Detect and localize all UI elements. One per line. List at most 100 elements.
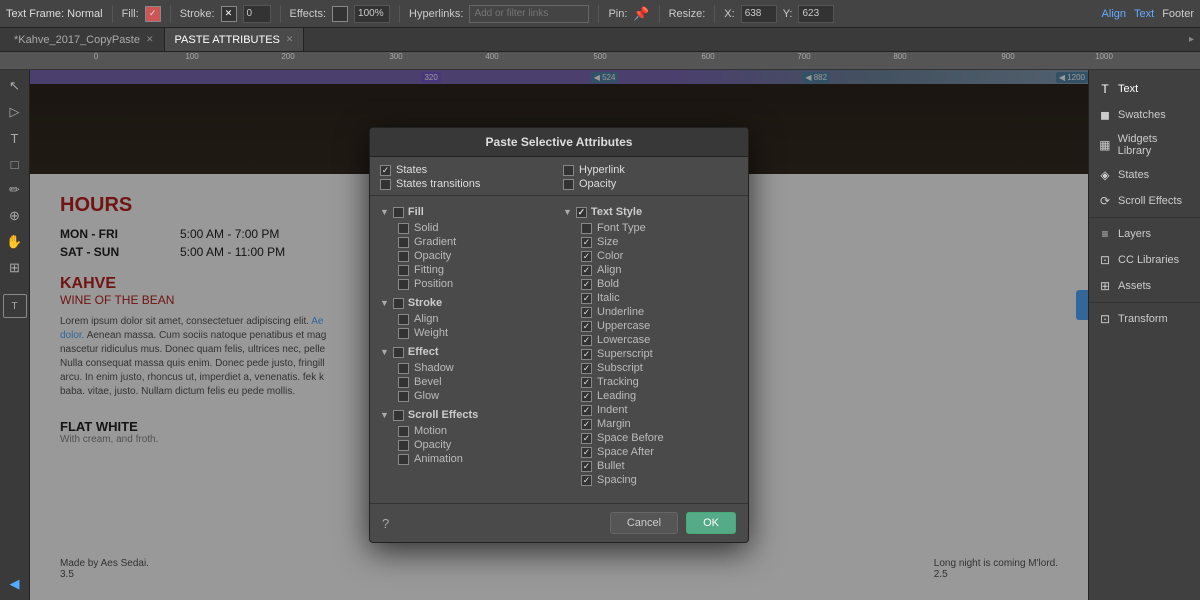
fill-arrow[interactable]: ▼ xyxy=(380,207,389,217)
scroll-effects-checkbox[interactable] xyxy=(393,410,404,421)
stroke-weight-checkbox[interactable] xyxy=(398,328,409,339)
tab-paste[interactable]: PASTE ATTRIBUTES ✕ xyxy=(165,28,305,51)
tool-pen[interactable]: ✏ xyxy=(3,178,27,202)
ts-bold-checkbox[interactable] xyxy=(581,279,592,290)
ts-tracking-checkbox[interactable] xyxy=(581,377,592,388)
scroll-effects-section: ▼ Scroll Effects Motion Opacity xyxy=(380,409,555,466)
effect-section-checkbox[interactable] xyxy=(393,347,404,358)
effect-glow-checkbox[interactable] xyxy=(398,391,409,402)
effects-value-input[interactable] xyxy=(354,5,390,23)
ts-lowercase-checkbox[interactable] xyxy=(581,335,592,346)
opacity-top-checkbox[interactable] xyxy=(563,179,574,190)
rp-layers[interactable]: ≡ Layers xyxy=(1089,221,1200,247)
ts-uppercase-checkbox[interactable] xyxy=(581,321,592,332)
ts-color-checkbox[interactable] xyxy=(581,251,592,262)
fill-section-checkbox[interactable] xyxy=(393,207,404,218)
rp-swatches[interactable]: ◼ Swatches xyxy=(1089,102,1200,128)
rp-sep1 xyxy=(1089,217,1200,218)
tool-arrow[interactable]: ↖ xyxy=(3,74,27,98)
tool-pointer[interactable]: ▷ xyxy=(3,100,27,124)
ts-space-before-checkbox[interactable] xyxy=(581,433,592,444)
ok-button[interactable]: OK xyxy=(686,512,736,534)
scroll-motion-checkbox[interactable] xyxy=(398,426,409,437)
ruler: 0 100 200 300 400 500 600 700 800 900 10… xyxy=(0,52,1200,70)
tab-paste-close[interactable]: ✕ xyxy=(286,34,294,45)
fill-gradient-checkbox[interactable] xyxy=(398,237,409,248)
stroke-arrow[interactable]: ▼ xyxy=(380,298,389,308)
ts-italic-label: Italic xyxy=(597,292,620,304)
rp-text[interactable]: T Text xyxy=(1089,76,1200,102)
ts-align-checkbox[interactable] xyxy=(581,265,592,276)
x-label: X: xyxy=(724,8,734,20)
hyperlinks-input[interactable] xyxy=(469,5,589,23)
ts-underline-checkbox[interactable] xyxy=(581,307,592,318)
stroke-section-checkbox[interactable] xyxy=(393,298,404,309)
tool-type2[interactable]: T xyxy=(3,294,27,318)
ts-superscript-checkbox[interactable] xyxy=(581,349,592,360)
ts-leading-checkbox[interactable] xyxy=(581,391,592,402)
fill-solid-checkbox[interactable] xyxy=(398,223,409,234)
rp-cc-libraries[interactable]: ⊡ CC Libraries xyxy=(1089,247,1200,273)
rp-widgets[interactable]: ▦ Widgets Library xyxy=(1089,128,1200,162)
effect-bevel-label: Bevel xyxy=(414,376,442,388)
stroke-value-input[interactable] xyxy=(243,5,271,23)
effect-bevel-checkbox[interactable] xyxy=(398,377,409,388)
canvas-area[interactable]: 320 ◀ 524 ◀ 882 ◀ 1200 HOURS MON - FRI 5… xyxy=(30,70,1088,600)
ts-subscript-checkbox[interactable] xyxy=(581,363,592,374)
ts-bold-row: Bold xyxy=(563,277,738,291)
fill-opacity-checkbox[interactable] xyxy=(398,251,409,262)
tool-nav[interactable]: ◀ xyxy=(3,572,27,596)
ts-indent-checkbox[interactable] xyxy=(581,405,592,416)
fill-position-checkbox[interactable] xyxy=(398,279,409,290)
tab-kahve[interactable]: *Kahve_2017_CopyPaste ✕ xyxy=(4,28,165,51)
states-checkbox[interactable] xyxy=(380,165,391,176)
ts-bullet-row: Bullet xyxy=(563,459,738,473)
help-icon[interactable]: ? xyxy=(382,516,389,531)
ts-color-row: Color xyxy=(563,249,738,263)
dialog-footer: ? Cancel OK xyxy=(370,503,748,542)
stroke-swatch[interactable]: ✕ xyxy=(221,6,237,22)
tool-zoom[interactable]: ⊕ xyxy=(3,204,27,228)
rp-assets-label: Assets xyxy=(1118,280,1151,292)
text-style-arrow[interactable]: ▼ xyxy=(563,207,572,217)
rp-cc-label: CC Libraries xyxy=(1118,254,1179,266)
rp-widgets-label: Widgets Library xyxy=(1118,133,1192,157)
ts-space-after-checkbox[interactable] xyxy=(581,447,592,458)
tool-text[interactable]: T xyxy=(3,126,27,150)
fill-fitting-checkbox[interactable] xyxy=(398,265,409,276)
ts-margin-checkbox[interactable] xyxy=(581,419,592,430)
rp-scroll-effects[interactable]: ⟳ Scroll Effects xyxy=(1089,188,1200,214)
scroll-effects-arrow[interactable]: ▼ xyxy=(380,410,389,420)
stroke-align-checkbox[interactable] xyxy=(398,314,409,325)
x-input[interactable] xyxy=(741,5,777,23)
tool-hand[interactable]: ✋ xyxy=(3,230,27,254)
scroll-opacity-checkbox[interactable] xyxy=(398,440,409,451)
effect-shadow-checkbox[interactable] xyxy=(398,363,409,374)
ts-size-checkbox[interactable] xyxy=(581,237,592,248)
stroke-section: ▼ Stroke Align Weight xyxy=(380,297,555,340)
effect-arrow[interactable]: ▼ xyxy=(380,347,389,357)
ts-font-type-checkbox[interactable] xyxy=(581,223,592,234)
cancel-button[interactable]: Cancel xyxy=(610,512,678,534)
tool-crop[interactable]: ⊞ xyxy=(3,256,27,280)
tab-kahve-close[interactable]: ✕ xyxy=(146,34,154,45)
ts-italic-checkbox[interactable] xyxy=(581,293,592,304)
states-transitions-checkbox[interactable] xyxy=(380,179,391,190)
hyperlink-checkbox[interactable] xyxy=(563,165,574,176)
rp-states[interactable]: ◈ States xyxy=(1089,162,1200,188)
rp-assets[interactable]: ⊞ Assets xyxy=(1089,273,1200,299)
scroll-animation-checkbox[interactable] xyxy=(398,454,409,465)
tool-rectangle[interactable]: □ xyxy=(3,152,27,176)
align-button[interactable]: Align xyxy=(1102,8,1126,20)
ts-bullet-checkbox[interactable] xyxy=(581,461,592,472)
y-input[interactable] xyxy=(798,5,834,23)
rp-transform[interactable]: ⊡ Transform xyxy=(1089,306,1200,332)
ts-align-row: Align xyxy=(563,263,738,277)
tab-expand: ▸ xyxy=(1183,28,1200,51)
text-toolbar-label[interactable]: Text xyxy=(1134,8,1154,20)
fill-swatch[interactable] xyxy=(145,6,161,22)
text-style-checkbox[interactable] xyxy=(576,207,587,218)
footer-label: Footer xyxy=(1162,8,1194,20)
ts-indent-label: Indent xyxy=(597,404,628,416)
ts-spacing-checkbox[interactable] xyxy=(581,475,592,486)
